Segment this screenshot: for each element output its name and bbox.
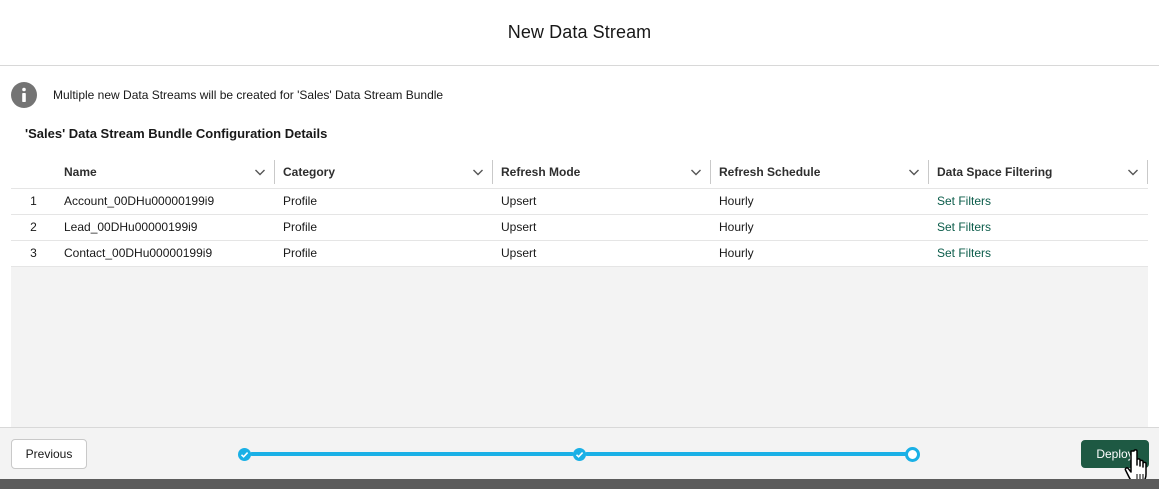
header-data-space-filtering-label: Data Space Filtering [937,164,1053,179]
info-message: Multiple new Data Streams will be create… [11,82,443,108]
header-data-space-filtering[interactable]: Data Space Filtering [929,156,1148,189]
chevron-down-icon[interactable] [907,165,921,179]
cell-filtering: Set Filters [929,188,1148,215]
cell-refresh-schedule: Hourly [711,188,929,215]
chevron-down-icon[interactable] [1126,165,1140,179]
modal-title: New Data Stream [507,22,652,42]
check-icon [240,452,249,458]
cell-category: Profile [275,188,493,215]
cell-category: Profile [275,240,493,267]
row-number: 3 [11,240,56,267]
bottom-bar [0,479,1159,489]
chevron-down-icon[interactable] [689,165,703,179]
progress-track-1 [250,452,574,456]
header-category-label: Category [283,164,336,179]
set-filters-link[interactable]: Set Filters [937,246,991,260]
info-icon [11,82,37,108]
set-filters-link[interactable]: Set Filters [937,194,991,208]
section-title: 'Sales' Data Stream Bundle Configuration… [25,126,328,141]
table-row: 3 Contact_00DHu00000199i9 Profile Upsert… [11,240,1148,267]
modal-header: New Data Stream [0,0,1159,66]
previous-button[interactable]: Previous [11,439,87,469]
set-filters-link[interactable]: Set Filters [937,220,991,234]
progress-track-2 [585,452,907,456]
header-refresh-schedule[interactable]: Refresh Schedule [711,156,929,189]
cell-refresh-schedule: Hourly [711,214,929,241]
cell-filtering: Set Filters [929,240,1148,267]
header-name[interactable]: Name [56,156,275,189]
cell-filtering: Set Filters [929,214,1148,241]
cell-refresh-mode: Upsert [493,214,711,241]
row-number: 2 [11,214,56,241]
check-icon [575,452,584,458]
progress-step-2 [573,448,586,461]
config-table: Name Category Refresh Mode Refresh Sched… [11,156,1148,267]
cell-refresh-mode: Upsert [493,188,711,215]
cell-name: Account_00DHu00000199i9 [56,188,275,215]
cell-category: Profile [275,214,493,241]
header-refresh-schedule-label: Refresh Schedule [719,164,821,179]
header-name-label: Name [64,164,97,179]
header-category[interactable]: Category [275,156,493,189]
header-rownum [11,156,56,189]
config-table-container: Name Category Refresh Mode Refresh Sched… [11,156,1148,427]
progress-step-3 [905,447,920,462]
cell-refresh-mode: Upsert [493,240,711,267]
table-header-row: Name Category Refresh Mode Refresh Sched… [11,156,1148,189]
info-text: Multiple new Data Streams will be create… [53,88,444,102]
cell-refresh-schedule: Hourly [711,240,929,267]
table-row: 1 Account_00DHu00000199i9 Profile Upsert… [11,188,1148,215]
row-number: 1 [11,188,56,215]
cell-name: Lead_00DHu00000199i9 [56,214,275,241]
header-refresh-mode-label: Refresh Mode [501,164,581,179]
table-row: 2 Lead_00DHu00000199i9 Profile Upsert Ho… [11,214,1148,241]
progress-step-1 [238,448,251,461]
chevron-down-icon[interactable] [471,165,485,179]
cell-name: Contact_00DHu00000199i9 [56,240,275,267]
header-refresh-mode[interactable]: Refresh Mode [493,156,711,189]
chevron-down-icon[interactable] [253,165,267,179]
